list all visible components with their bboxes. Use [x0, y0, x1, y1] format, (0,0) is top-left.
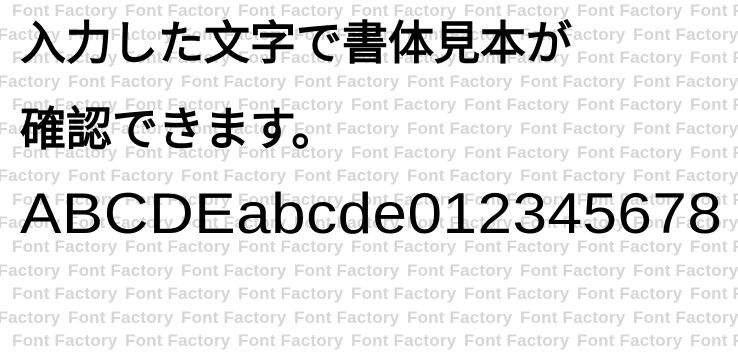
watermark-text: Font Factory: [181, 71, 287, 91]
watermark-row: Font Factory Font Factory Font Factory Font…: [0, 261, 738, 281]
watermark-text: Font Factory: [238, 331, 344, 351]
watermark-text: Font Factory: [125, 331, 231, 351]
watermark-row: Font Factory Font Factory Font Factory Font…: [12, 331, 738, 351]
watermark-text: Font Factory: [68, 71, 174, 91]
watermark-text: Font Factory: [181, 260, 287, 280]
font-specimen-canvas: Font Factory Font Factory Font Factory Font…: [0, 0, 738, 356]
watermark-text: Font Factory: [294, 260, 400, 280]
watermark-text: Font Factory: [407, 260, 513, 280]
watermark-text: Font Factory: [351, 142, 457, 162]
watermark-text: Font Factory: [0, 71, 61, 91]
watermark-text: Font Factory: [12, 284, 118, 304]
watermark-text: Font Factory: [520, 119, 626, 138]
watermark-text: Font Factory: [464, 142, 570, 162]
watermark-text: Font Factory: [0, 260, 61, 280]
watermark-text: Font Factory: [690, 284, 738, 304]
watermark-text: Font Factory: [690, 48, 738, 68]
watermark-text: Font Factory: [577, 1, 683, 20]
watermark-text: Font Factory: [407, 71, 513, 91]
watermark-text: Font Factory: [181, 307, 287, 327]
watermark-text: Font Factory: [633, 24, 738, 44]
watermark-text: Font Factory: [464, 284, 570, 304]
watermark-text: Font Factory: [577, 48, 683, 68]
watermark-text: Font Factory: [520, 260, 626, 280]
watermark-text: Font Factory: [238, 284, 344, 304]
watermark-text: Font Factory: [0, 307, 61, 327]
sample-text-line-3: ABCDEabcde012345678: [20, 182, 723, 246]
watermark-row: Font Factory Font Factory Font Factory Font…: [0, 308, 738, 328]
watermark-text: Font Factory: [68, 307, 174, 327]
watermark-text: Font Factory: [351, 95, 457, 115]
watermark-text: Font Factory: [294, 307, 400, 327]
sample-text-line-2: 確認できます。: [20, 102, 338, 156]
watermark-text: Font Factory: [633, 260, 738, 280]
watermark-text: Font Factory: [294, 71, 400, 91]
watermark-text: Font Factory: [351, 284, 457, 304]
watermark-text: Font Factory: [520, 71, 626, 91]
watermark-text: Font Factory: [577, 284, 683, 304]
watermark-text: Font Factory: [633, 307, 738, 327]
sample-text-line-1: 入力した文字で書体見本が: [20, 16, 572, 70]
watermark-text: Font Factory: [464, 95, 570, 115]
watermark-text: Font Factory: [690, 331, 738, 351]
watermark-row: Font Factory Font Factory Font Factory Font…: [0, 72, 738, 92]
watermark-text: Font Factory: [520, 307, 626, 327]
watermark-text: Font Factory: [464, 331, 570, 351]
watermark-text: Font Factory: [577, 95, 683, 115]
watermark-text: Font Factory: [577, 331, 683, 351]
watermark-text: Font Factory: [125, 284, 231, 304]
watermark-text: Font Factory: [690, 1, 738, 20]
watermark-text: Font Factory: [690, 142, 738, 162]
watermark-text: Font Factory: [577, 142, 683, 162]
watermark-text: Font Factory: [690, 95, 738, 115]
watermark-text: Font Factory: [407, 307, 513, 327]
watermark-row: Font Factory Font Factory Font Factory Font…: [12, 284, 738, 304]
watermark-text: Font Factory: [12, 331, 118, 351]
watermark-text: Font Factory: [633, 119, 738, 138]
watermark-text: Font Factory: [68, 260, 174, 280]
watermark-text: Font Factory: [407, 119, 513, 138]
watermark-text: Font Factory: [633, 71, 738, 91]
watermark-text: Font Factory: [351, 331, 457, 351]
